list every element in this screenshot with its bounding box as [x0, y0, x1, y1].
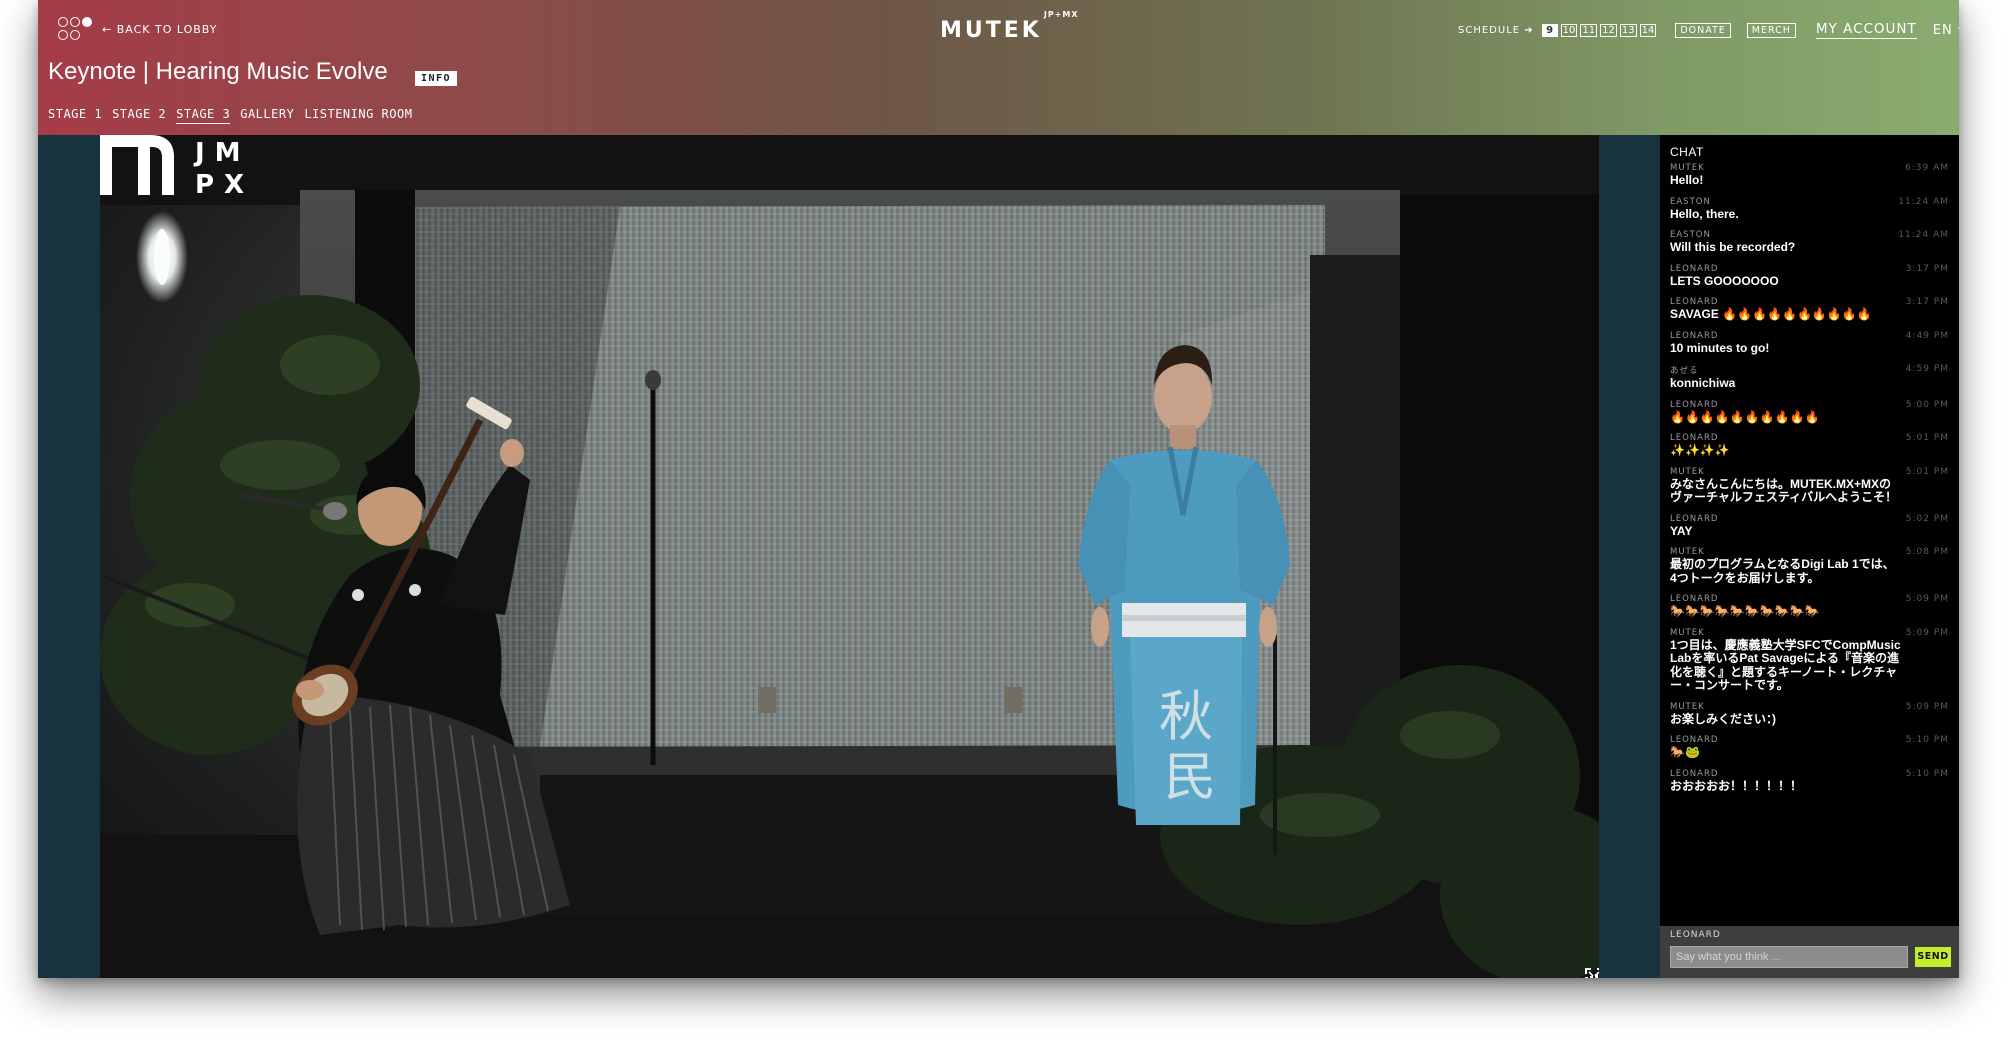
chat-message-time: 5:01 PM: [1905, 466, 1949, 477]
schedule-day-10[interactable]: 10: [1560, 23, 1578, 37]
mutek-dots-logo-icon[interactable]: [58, 17, 94, 43]
chat-message: MUTEK 5:09 PM お楽しみください：): [1660, 702, 1959, 727]
merch-button[interactable]: MERCH: [1746, 22, 1796, 38]
chat-message: LEONARD 4:49 PM 10 minutes to go!: [1660, 331, 1959, 356]
chat-message: MUTEK 6:39 AM Hello!: [1660, 163, 1959, 188]
svg-text:PX: PX: [195, 170, 250, 199]
chat-message-list[interactable]: MUTEK 6:39 AM Hello! EASTON 11:24 AM Hello, t…: [1660, 163, 1959, 802]
chat-message-text: 🐎🐸: [1670, 745, 1700, 759]
schedule-day-13[interactable]: 13: [1619, 23, 1637, 37]
chat-message-text: konnichiwa: [1670, 376, 1736, 390]
chat-message: EASTON 11:24 AM Will this be recorded?: [1660, 230, 1959, 255]
chat-message-time: 5:09 PM: [1905, 594, 1949, 604]
chat-message: MUTEK 5:09 PM 1つ目は、慶應義塾大学SFCでCompMusic Lab…: [1660, 628, 1959, 693]
info-button[interactable]: INFO: [415, 71, 458, 86]
chat-message: あぜる 4:59 PM konnichiwa: [1660, 364, 1959, 391]
chat-message-text: おおおおお！！！！！！: [1670, 778, 1803, 793]
chat-message: LEONARD 5:01 PM ✨✨✨✨: [1660, 433, 1959, 458]
chat-message-time: 11:24 AM: [1898, 196, 1949, 207]
chat-message-input[interactable]: [1670, 946, 1908, 968]
svg-text:JM: JM: [193, 138, 250, 168]
donate-button[interactable]: DONATE: [1675, 22, 1731, 38]
chat-message-text: Hello!: [1670, 173, 1704, 187]
back-to-lobby-link[interactable]: ← BACK TO LOBBY: [102, 23, 217, 36]
chat-message-time: 5:08 PM: [1905, 547, 1949, 557]
send-button[interactable]: SEND: [1915, 947, 1951, 967]
chat-message-text: SAVAGE 🔥🔥🔥🔥🔥🔥🔥🔥🔥🔥: [1670, 307, 1872, 321]
chat-message-time: 5:00 PM: [1905, 399, 1949, 410]
schedule-day-12[interactable]: 12: [1600, 23, 1617, 37]
video-area: 秋 民 JM PX: [38, 135, 1660, 978]
chat-message-time: 5:01 PM: [1905, 433, 1949, 443]
video-player[interactable]: 秋 民 JM PX: [100, 135, 1599, 978]
chat-message-time: 4:59 PM: [1905, 364, 1949, 374]
schedule-day-14[interactable]: 14: [1639, 23, 1657, 37]
chat-message-text: Hello, there.: [1670, 206, 1739, 221]
chat-message-text: 最初のプログラムとなるDigi Lab 1では、4つトークをお届けします。: [1670, 557, 1895, 585]
chat-message-time: 11:24 AM: [1898, 230, 1949, 240]
header-nav: SCHEDULE ➔ 9 10 11 12 13 14 DONATE MERCH…: [1458, 20, 1959, 40]
chat-message-time: 5:09 PM: [1905, 627, 1949, 638]
schedule-day-9[interactable]: 9: [1541, 23, 1558, 37]
chat-message-text: 🔥🔥🔥🔥🔥🔥🔥🔥🔥🔥: [1670, 409, 1820, 424]
kimono-banner-char-2: 民: [1164, 748, 1216, 808]
chat-message-text: 10 minutes to go!: [1670, 340, 1770, 355]
chat-message-text: ✨✨✨✨: [1670, 443, 1730, 457]
brand-name: MUTEK: [940, 18, 1042, 43]
schedule-label: SCHEDULE ➔: [1458, 24, 1534, 36]
chat-composer: LEONARD SEND: [1660, 926, 1959, 978]
chat-message-time: 3:17 PM: [1905, 297, 1949, 307]
chat-message: LEONARD 5:10 PM 🐎🐸: [1660, 735, 1959, 760]
chat-message-time: 5:10 PM: [1905, 768, 1949, 779]
chat-message: LEONARD 5:02 PM YAY: [1660, 514, 1959, 539]
chat-message-text: お楽しみください：): [1670, 711, 1776, 726]
stage-tabs: STAGE 1 STAGE 2 STAGE 3 GALLERY LISTENIN…: [48, 107, 422, 124]
chat-message-time: 5:10 PM: [1905, 735, 1949, 745]
chat-message: LEONARD 5:09 PM 🐎🐎🐎🐎🐎🐎🐎🐎🐎🐎: [1660, 594, 1959, 619]
chat-message: LEONARD 3:17 PM SAVAGE 🔥🔥🔥🔥🔥🔥🔥🔥🔥🔥: [1660, 297, 1959, 322]
chat-message-text: YAY: [1670, 523, 1693, 538]
chat-message-time: 5:09 PM: [1905, 701, 1949, 712]
chat-message-time: 6:39 AM: [1905, 163, 1949, 173]
tab-stage-1[interactable]: STAGE 1: [48, 107, 102, 124]
jmpx-overlay-logo-icon: JM PX: [100, 135, 250, 199]
fullscreen-icon[interactable]: [1585, 968, 1599, 978]
page-title: Keynote | Hearing Music Evolve: [48, 58, 388, 85]
chat-message-time: 3:17 PM: [1905, 263, 1949, 274]
video-frame-scene: 秋 民: [100, 135, 1599, 978]
kimono-banner-char-1: 秋: [1159, 685, 1213, 748]
chat-message: MUTEK 5:08 PM 最初のプログラムとなるDigi Lab 1では、4つトー…: [1660, 547, 1959, 585]
chat-message-text: 1つ目は、慶應義塾大学SFCでCompMusic Labを率いるPat Sava…: [1670, 637, 1901, 692]
chat-message: LEONARD 5:10 PM おおおおお！！！！！！: [1660, 769, 1959, 794]
tab-gallery[interactable]: GALLERY: [240, 107, 294, 124]
chat-message: LEONARD 3:17 PM LETS GOOOOOOO: [1660, 264, 1959, 289]
tab-stage-3[interactable]: STAGE 3: [176, 107, 231, 124]
mutek-brand-logo[interactable]: MUTEKJP+MX: [940, 10, 1079, 43]
chat-message: EASTON 11:24 AM Hello, there.: [1660, 197, 1959, 222]
chat-message: MUTEK 5:01 PM みなさんこんにちは。MUTEK.MX+MXのヴァーチャル…: [1660, 467, 1959, 505]
chat-message-time: 4:49 PM: [1905, 330, 1949, 341]
chat-message-text: 🐎🐎🐎🐎🐎🐎🐎🐎🐎🐎: [1670, 604, 1820, 618]
brand-edition: JP+MX: [1043, 9, 1079, 19]
chat-current-user: LEONARD: [1670, 930, 1721, 940]
language-selector[interactable]: EN ▾: [1933, 23, 1959, 38]
browser-window: ← BACK TO LOBBY MUTEKJP+MX SCHEDULE ➔ 9 …: [38, 0, 1959, 978]
tab-stage-2[interactable]: STAGE 2: [112, 107, 166, 124]
chat-message-text: みなさんこんにちは。MUTEK.MX+MXのヴァーチャルフェスティバルへようこそ…: [1670, 476, 1898, 504]
chat-message-text: Will this be recorded?: [1670, 240, 1796, 254]
chat-message-time: 5:02 PM: [1905, 513, 1949, 524]
chat-message-text: LETS GOOOOOOO: [1670, 273, 1779, 288]
chat-message: LEONARD 5:00 PM 🔥🔥🔥🔥🔥🔥🔥🔥🔥🔥: [1660, 400, 1959, 425]
chat-panel: CHAT MUTEK 6:39 AM Hello! EASTON 11:24 AM Hel…: [1660, 135, 1959, 978]
chat-title: CHAT: [1670, 145, 1704, 159]
my-account-link[interactable]: MY ACCOUNT: [1815, 21, 1917, 39]
schedule-day-11[interactable]: 11: [1580, 23, 1598, 37]
tab-listening-room[interactable]: LISTENING ROOM: [304, 107, 412, 124]
header-bar: ← BACK TO LOBBY MUTEKJP+MX SCHEDULE ➔ 9 …: [38, 0, 1959, 135]
